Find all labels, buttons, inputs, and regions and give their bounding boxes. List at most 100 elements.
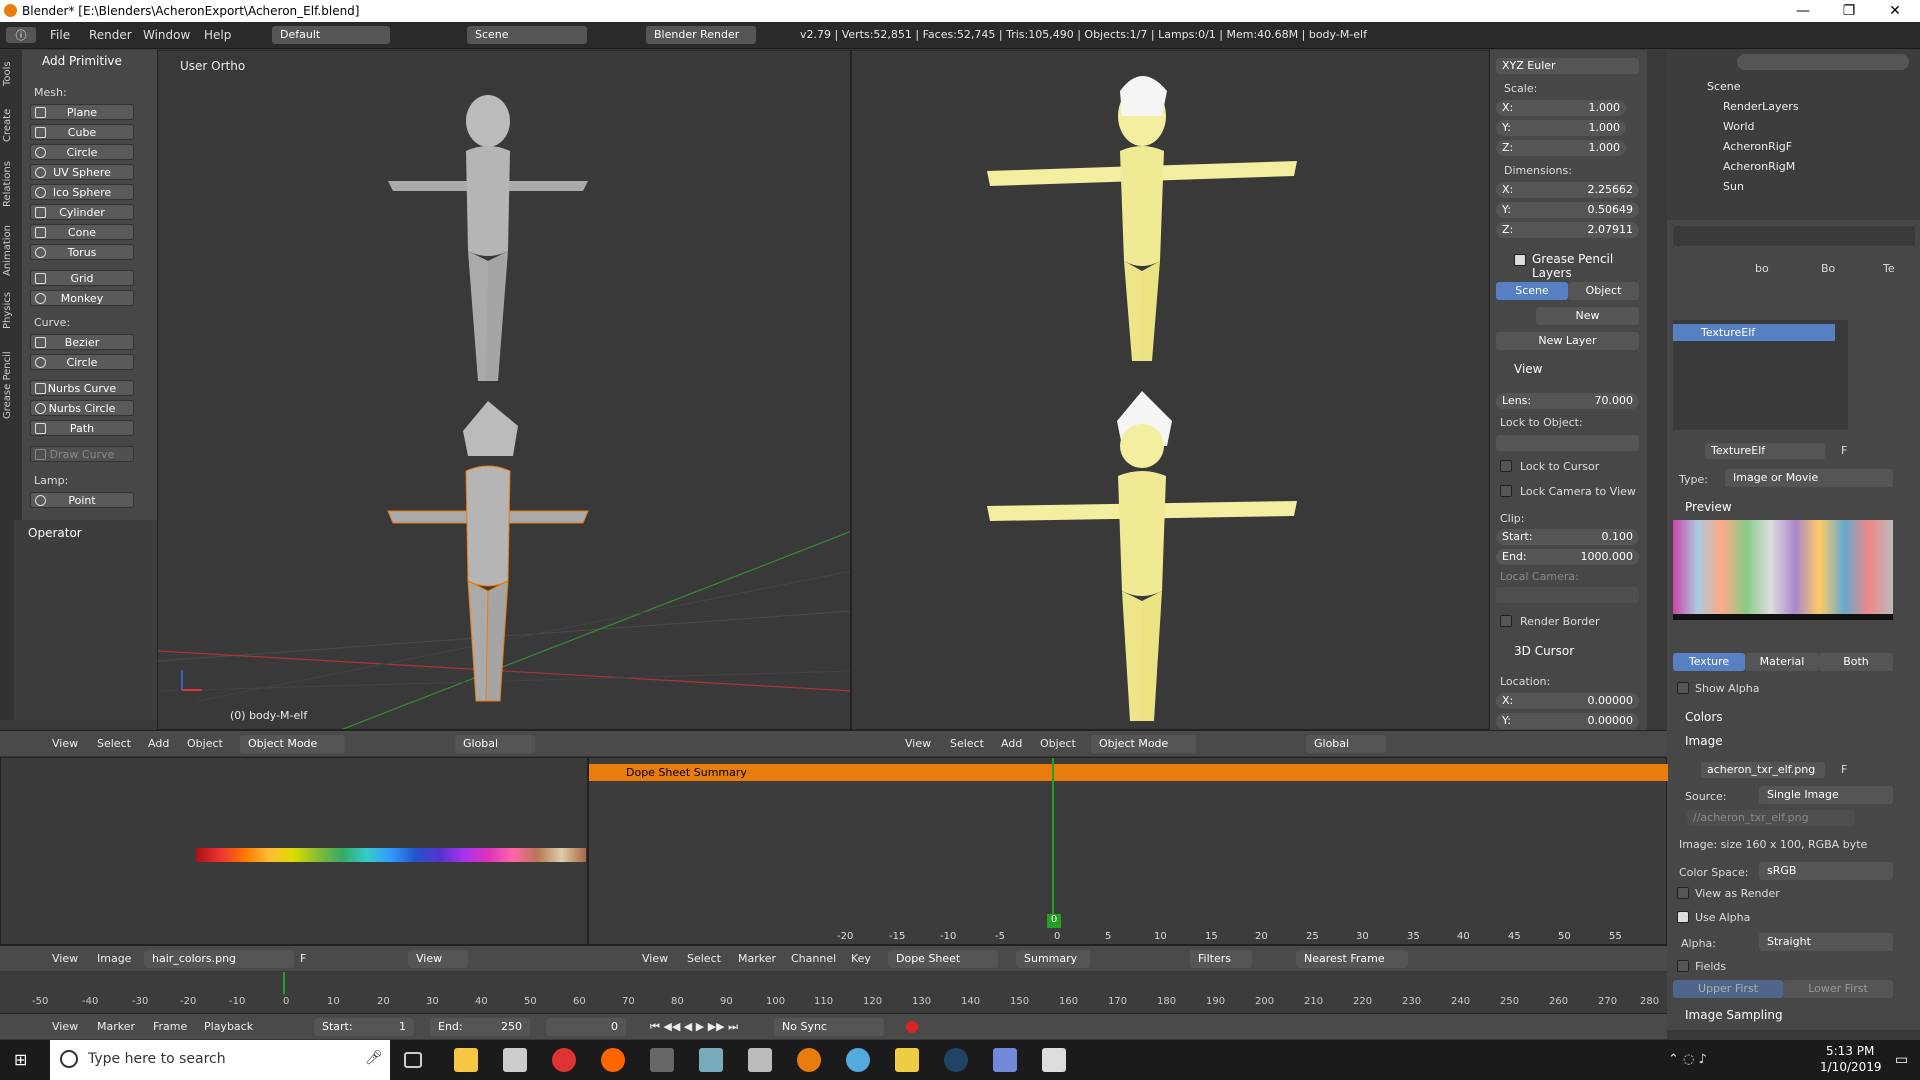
image-name-field[interactable]: acheron_txr_elf.png [1701, 762, 1825, 778]
taskbar-search-box[interactable]: Type here to search 🎤︎ [50, 1040, 390, 1080]
menu-help[interactable]: Help [204, 28, 231, 42]
ds-mode-dropdown[interactable]: Dope Sheet [888, 950, 998, 968]
viewport-left[interactable]: User Ortho (0) body-M-elf [157, 50, 851, 730]
add-cube-button[interactable]: Cube [30, 124, 134, 140]
view-panel-header[interactable]: View [1514, 362, 1542, 376]
grease-pencil-checkbox[interactable] [1514, 254, 1526, 266]
draw-curve-button[interactable]: Draw Curve [30, 446, 134, 462]
model-female-textured[interactable] [982, 61, 1302, 381]
add-ico-sphere-button[interactable]: Ico Sphere [30, 184, 134, 200]
ds-snap-dropdown[interactable]: Nearest Frame [1296, 950, 1408, 968]
app-icon[interactable] [650, 1048, 674, 1072]
select-menu[interactable]: Select [97, 737, 131, 750]
tab-create[interactable]: Create [2, 100, 20, 150]
image-name-dropdown[interactable]: hair_colors.png [144, 950, 294, 968]
image-editor[interactable] [0, 757, 588, 945]
grease-new-button[interactable]: New [1536, 307, 1639, 325]
add-plane-button[interactable]: Plane [30, 104, 134, 120]
texture-name-field[interactable]: TextureElf [1705, 443, 1825, 459]
colors-header[interactable]: Colors [1685, 710, 1723, 724]
dim-y-field[interactable]: Y: 0.50649 [1496, 202, 1639, 218]
outliner-row-acheronrigf[interactable]: AcheronRigF [1723, 140, 1792, 153]
info-icon[interactable]: ⓘ [6, 27, 36, 43]
ds-summary-toggle[interactable]: Summary [1016, 950, 1090, 968]
alpha-dropdown[interactable]: Straight [1759, 933, 1893, 951]
object-menu[interactable]: Object [1040, 737, 1076, 750]
lower-first-button[interactable]: Lower First [1783, 980, 1893, 998]
ds-filters-button[interactable]: Filters [1190, 950, 1252, 968]
tl-view-menu[interactable]: View [52, 1020, 78, 1033]
cursor-x-field[interactable]: X: 0.00000 [1496, 693, 1639, 709]
source-dropdown[interactable]: Single Image [1759, 786, 1893, 804]
texture-fake-user-button[interactable]: F [1841, 444, 1847, 457]
operator-header[interactable]: Operator [28, 526, 82, 540]
orientation-dropdown[interactable]: Global [1306, 735, 1386, 753]
breadcrumb-object[interactable]: bo [1755, 262, 1769, 275]
tab-tools[interactable]: Tools [2, 54, 20, 94]
model-male-textured[interactable] [982, 391, 1302, 729]
tab-relations[interactable]: Relations [2, 154, 20, 214]
color-space-dropdown[interactable]: sRGB [1759, 862, 1893, 880]
texture-slot-list[interactable]: TextureElf [1673, 320, 1848, 430]
new-layer-button[interactable]: New Layer [1496, 332, 1639, 350]
texture-slot-selected[interactable]: TextureElf [1673, 324, 1835, 341]
tab-material[interactable]: Material [1745, 653, 1819, 671]
upper-first-button[interactable]: Upper First [1673, 980, 1783, 998]
end-frame-field[interactable]: End: 250 [430, 1018, 530, 1036]
utorrent-icon[interactable] [846, 1048, 870, 1072]
grease-scene-button[interactable]: Scene [1496, 282, 1568, 300]
blender-taskbar-icon[interactable] [797, 1048, 821, 1072]
breadcrumb-material[interactable]: Bo [1821, 262, 1835, 275]
sync-dropdown[interactable]: No Sync [774, 1018, 884, 1036]
record-button[interactable] [906, 1021, 918, 1033]
dope-sheet[interactable]: Dope Sheet Summary 0 -20 -15 -10 -5 0 5 … [588, 757, 1668, 945]
microphone-icon[interactable]: 🎤︎ [365, 1050, 383, 1066]
firefox-icon[interactable] [601, 1048, 625, 1072]
image-menu[interactable]: Image [97, 952, 131, 965]
lock-camera-checkbox[interactable] [1500, 485, 1512, 497]
add-point-lamp-button[interactable]: Point [30, 492, 134, 508]
clip-end-field[interactable]: End: 1000.000 [1496, 549, 1639, 565]
outliner-row-world[interactable]: World [1723, 120, 1755, 133]
lock-cursor-checkbox[interactable] [1500, 460, 1512, 472]
chrome-icon[interactable] [552, 1048, 576, 1072]
use-alpha-checkbox[interactable] [1677, 911, 1689, 923]
orientation-dropdown[interactable]: Global [455, 735, 535, 753]
game-icon[interactable] [895, 1048, 919, 1072]
outliner-row-acheronrigm[interactable]: AcheronRigM [1723, 160, 1795, 173]
tab-grease-pencil[interactable]: Grease Pencil [2, 340, 20, 430]
model-female-grey[interactable] [368, 81, 608, 401]
scale-y-field[interactable]: Y: 1.000 [1496, 120, 1626, 136]
tl-marker-menu[interactable]: Marker [97, 1020, 135, 1033]
fields-checkbox[interactable] [1677, 960, 1689, 972]
viewport-right[interactable] [851, 50, 1490, 730]
ds-select-menu[interactable]: Select [687, 952, 721, 965]
image-fake-user-button[interactable]: F [1841, 763, 1847, 776]
image-sampling-header[interactable]: Image Sampling [1685, 1008, 1783, 1022]
image-view-dropdown[interactable]: View [408, 950, 468, 968]
menu-render[interactable]: Render [89, 28, 132, 42]
view-menu[interactable]: View [905, 737, 931, 750]
properties-context-tabs[interactable] [1673, 226, 1915, 246]
rotation-mode-dropdown[interactable]: XYZ Euler [1496, 58, 1639, 74]
lock-object-field[interactable] [1496, 435, 1639, 451]
tab-both[interactable]: Both [1819, 653, 1893, 671]
add-uv-sphere-button[interactable]: UV Sphere [30, 164, 134, 180]
steam-icon[interactable] [944, 1048, 968, 1072]
menu-file[interactable]: File [50, 28, 70, 42]
render-border-checkbox[interactable] [1500, 615, 1512, 627]
ds-marker-menu[interactable]: Marker [738, 952, 776, 965]
dim-x-field[interactable]: X: 2.25662 [1496, 182, 1639, 198]
add-curve-circle-button[interactable]: Circle [30, 354, 134, 370]
discord-icon[interactable] [993, 1048, 1017, 1072]
add-monkey-button[interactable]: Monkey [30, 290, 134, 306]
add-cone-button[interactable]: Cone [30, 224, 134, 240]
preview-header[interactable]: Preview [1685, 500, 1732, 514]
image-path-field[interactable]: //acheron_txr_elf.png [1687, 810, 1855, 826]
scene-dropdown[interactable]: Scene [467, 26, 587, 44]
file-explorer-icon[interactable] [454, 1048, 478, 1072]
ds-view-menu[interactable]: View [642, 952, 668, 965]
tl-frame-menu[interactable]: Frame [153, 1020, 187, 1033]
tab-physics[interactable]: Physics [2, 286, 20, 336]
outliner-row-renderlayers[interactable]: RenderLayers [1723, 100, 1799, 113]
